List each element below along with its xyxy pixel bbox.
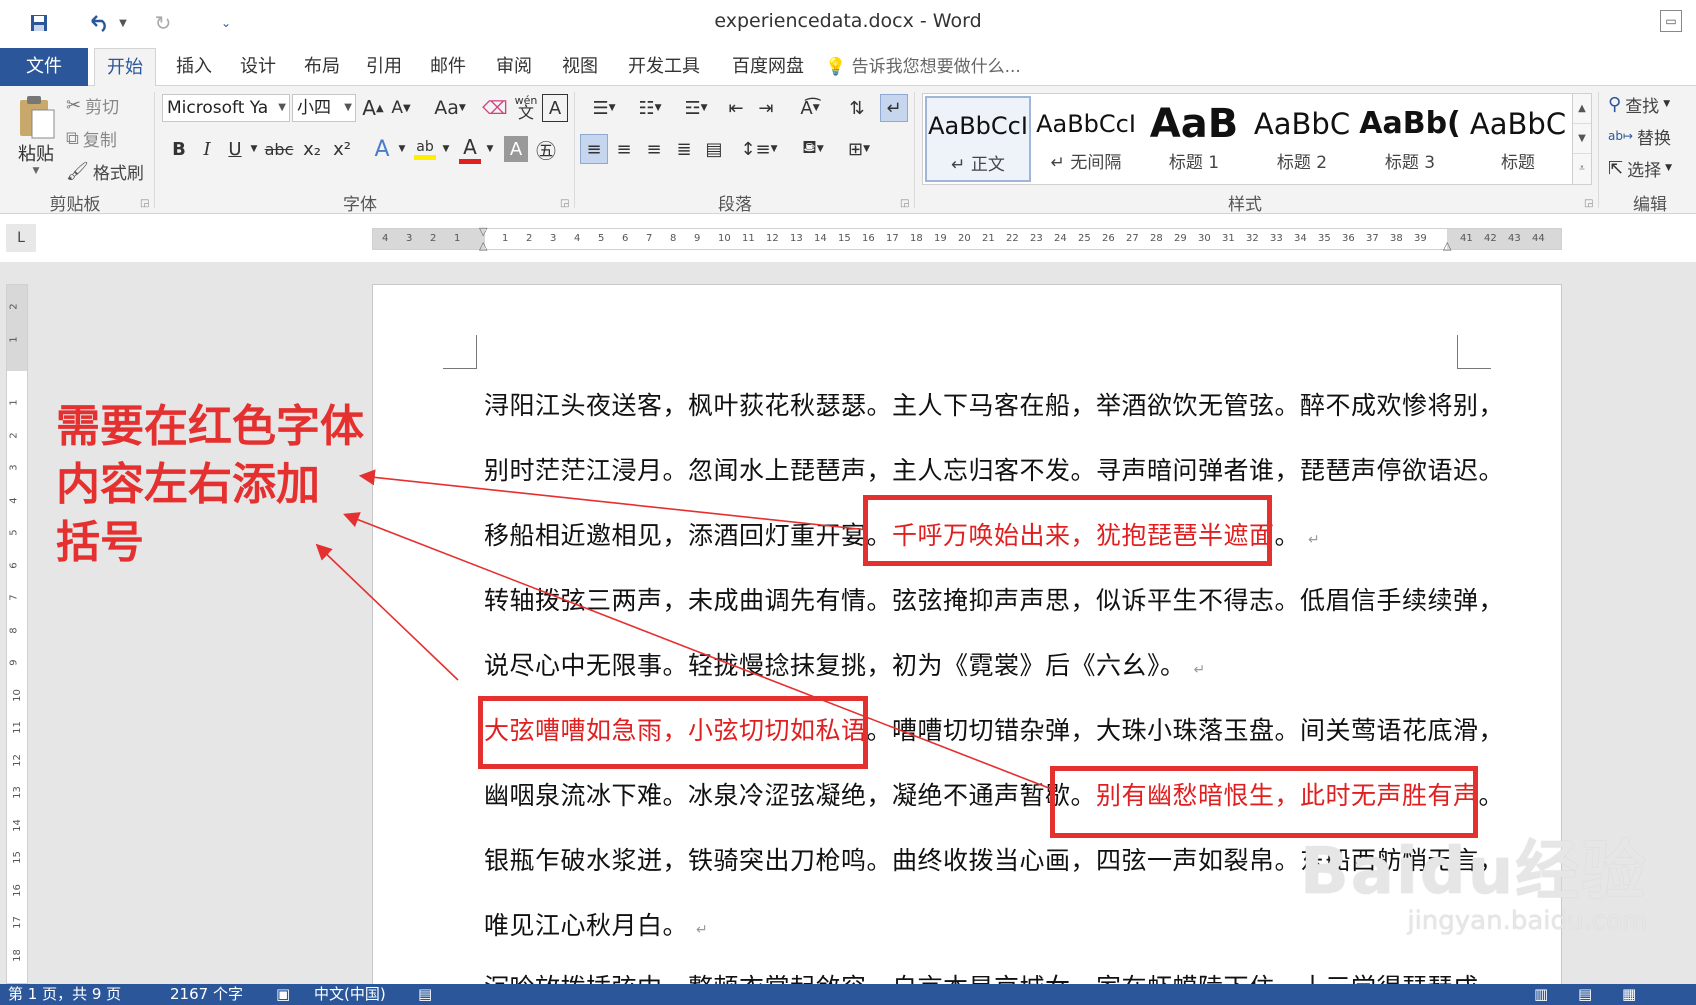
watermark-logo: Baidu经验	[1300, 835, 1648, 909]
watermark: Baidu经验 jingyan.baidu.com	[1300, 820, 1647, 936]
word-count[interactable]: 2167 个字	[170, 984, 243, 1005]
language[interactable]: 中文(中国)	[314, 984, 386, 1005]
annotation-line: 括号	[56, 517, 144, 568]
read-mode-icon[interactable]: ▥	[1534, 984, 1548, 1005]
macro-icon[interactable]: ▤	[418, 984, 432, 1005]
proofing-icon[interactable]: ▣	[276, 984, 290, 1005]
web-layout-icon[interactable]: ▦	[1622, 984, 1636, 1005]
annotation-text: 需要在红色字体 内容左右添加 括号	[56, 398, 376, 572]
arrow	[358, 469, 869, 531]
print-layout-icon[interactable]: ▤	[1578, 984, 1592, 1005]
page-count[interactable]: 第 1 页，共 9 页	[8, 984, 121, 1005]
status-bar: 第 1 页，共 9 页 2167 个字 ▣ 中文(中国) ▤ ▥ ▤ ▦	[0, 984, 1696, 1005]
annotation-line: 需要在红色字体	[56, 401, 364, 452]
annotation-line: 内容左右添加	[56, 459, 320, 510]
arrow	[343, 512, 1055, 791]
